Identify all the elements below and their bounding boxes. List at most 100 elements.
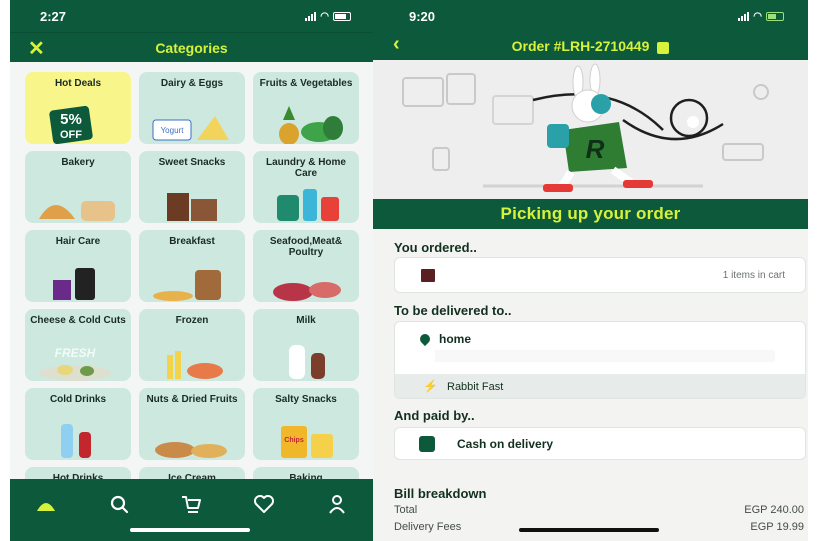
bill-row-total: Total EGP 240.00 — [394, 504, 804, 516]
category-breakfast[interactable]: Breakfast — [139, 230, 245, 302]
category-label: Hot Deals — [54, 78, 102, 89]
chips-text: Chips — [284, 437, 304, 444]
category-milk[interactable]: Milk — [253, 309, 359, 381]
hot-badge-percent: 5% — [60, 111, 82, 128]
salty-snacks-image: Chips — [281, 426, 333, 458]
signal-icon — [738, 11, 750, 21]
category-frozen[interactable]: Frozen — [139, 309, 245, 381]
close-icon[interactable]: ✕ — [28, 36, 45, 61]
bill-label: Delivery Fees — [394, 521, 462, 533]
category-label: Sweet Snacks — [158, 157, 226, 168]
category-label: Cheese & Cold Cuts — [30, 315, 126, 326]
location-pin-icon — [417, 331, 433, 347]
category-label: Frozen — [175, 315, 209, 326]
hot-badge-off: OFF — [60, 129, 82, 141]
status-time: 9:20 — [409, 8, 436, 24]
address-row: home — [417, 331, 472, 347]
category-salty-snacks[interactable]: Salty Snacks Chips — [253, 388, 359, 460]
fruits-image — [279, 106, 343, 144]
categories-screen: 2:27 ◠ ✕ Categories Hot Deals 5% OFF Dai… — [10, 0, 373, 541]
payment-card[interactable]: Cash on delivery — [394, 427, 806, 460]
cash-icon — [419, 436, 435, 452]
hair-care-image — [53, 268, 95, 300]
category-label: Seafood,Meat& Poultry — [269, 236, 343, 258]
home-indicator — [130, 528, 250, 532]
search-icon[interactable] — [105, 490, 133, 518]
signal-icon — [305, 11, 317, 21]
courier-illustration: R — [373, 60, 808, 199]
home-indicator — [519, 528, 659, 532]
category-hair-care[interactable]: Hair Care — [25, 230, 131, 302]
category-laundry-home-care[interactable]: Laundry & Home Care — [253, 151, 359, 223]
status-bar: 2:27 ◠ — [10, 0, 373, 32]
delivered-heading: To be delivered to.. — [394, 303, 512, 318]
order-details: You ordered.. 1 items in cart To be deli… — [373, 229, 808, 541]
yogurt-text: Yogurt — [161, 126, 185, 135]
category-bakery[interactable]: Bakery — [25, 151, 131, 223]
address-label: home — [439, 332, 472, 346]
cart-icon[interactable] — [177, 490, 205, 518]
bill-label: Total — [394, 504, 418, 516]
hot-deals-badge-image: 5% OFF — [49, 105, 93, 144]
status-icons: ◠ — [738, 11, 784, 22]
ordered-items-card[interactable]: 1 items in cart — [394, 257, 806, 293]
payment-method: Cash on delivery — [457, 437, 554, 451]
order-title: Order #LRH-2710449 — [511, 38, 650, 54]
dairy-image: Yogurt — [152, 116, 229, 141]
category-hot-deals[interactable]: Hot Deals 5% OFF — [25, 72, 131, 144]
category-label: Laundry & Home Care — [265, 157, 346, 179]
milk-image — [289, 345, 325, 379]
address-redacted — [435, 350, 775, 362]
category-dairy-eggs[interactable]: Dairy & Eggs Yogurt — [139, 72, 245, 144]
screenshot-stage: 2:27 ◠ ✕ Categories Hot Deals 5% OFF Dai… — [0, 0, 817, 541]
items-count: 1 items in cart — [722, 270, 785, 281]
page-title: Categories — [155, 39, 228, 56]
meat-image — [273, 282, 341, 301]
category-cheese-cold-cuts[interactable]: Cheese & Cold Cuts FRESH — [25, 309, 131, 381]
copy-icon[interactable] — [657, 42, 670, 54]
back-chevron-icon[interactable]: ‹ — [393, 33, 400, 56]
status-icons: ◠ — [305, 11, 351, 22]
cheese-image: FRESH — [39, 346, 111, 381]
bill-heading: Bill breakdown — [394, 486, 487, 501]
profile-icon[interactable] — [323, 490, 351, 518]
delivery-method-row: ⚡ Rabbit Fast — [395, 374, 805, 398]
laundry-image — [277, 189, 339, 221]
category-label: Fruits & Vegetables — [259, 78, 353, 89]
sweet-snacks-image — [167, 193, 217, 221]
paid-heading: And paid by.. — [394, 408, 475, 423]
cold-drinks-image — [61, 424, 91, 458]
order-status-text: Picking up your order — [500, 204, 681, 223]
breakfast-image — [153, 270, 221, 301]
category-grid: Hot Deals 5% OFF Dairy & Eggs Yogurt Fru… — [25, 72, 361, 493]
frozen-image — [167, 351, 223, 379]
status-time: 2:27 — [40, 8, 67, 24]
category-label: Milk — [296, 315, 316, 326]
categories-header: ✕ Categories — [10, 32, 373, 62]
fresh-text: FRESH — [55, 346, 96, 360]
bill-value: EGP 19.99 — [750, 521, 804, 533]
bill-value: EGP 240.00 — [744, 504, 804, 516]
category-sweet-snacks[interactable]: Sweet Snacks — [139, 151, 245, 223]
category-seafood-meat-poultry[interactable]: Seafood,Meat& Poultry — [253, 230, 359, 302]
heart-icon[interactable] — [250, 490, 278, 518]
bakery-image — [39, 201, 115, 221]
battery-icon — [766, 11, 784, 21]
ordered-heading: You ordered.. — [394, 240, 477, 255]
category-label: Dairy & Eggs — [160, 78, 224, 89]
category-fruits-vegetables[interactable]: Fruits & Vegetables — [253, 72, 359, 144]
wifi-icon: ◠ — [320, 10, 329, 22]
battery-icon — [333, 11, 351, 21]
product-thumbnail-icon — [421, 269, 435, 282]
order-screen: 9:20 ◠ ‹ Order #LRH-2710449 R Picking up… — [373, 0, 808, 541]
wifi-icon: ◠ — [753, 10, 762, 22]
category-nuts-dried-fruits[interactable]: Nuts & Dried Fruits — [139, 388, 245, 460]
home-icon[interactable] — [32, 490, 60, 518]
status-bar: 9:20 ◠ — [373, 0, 808, 32]
category-cold-drinks[interactable]: Cold Drinks — [25, 388, 131, 460]
category-label: Nuts & Dried Fruits — [146, 394, 238, 405]
delivery-address-card[interactable]: home ⚡ Rabbit Fast — [394, 321, 806, 399]
category-label: Salty Snacks — [275, 394, 337, 405]
order-header: ‹ Order #LRH-2710449 — [373, 32, 808, 60]
category-label: Hair Care — [55, 236, 101, 247]
